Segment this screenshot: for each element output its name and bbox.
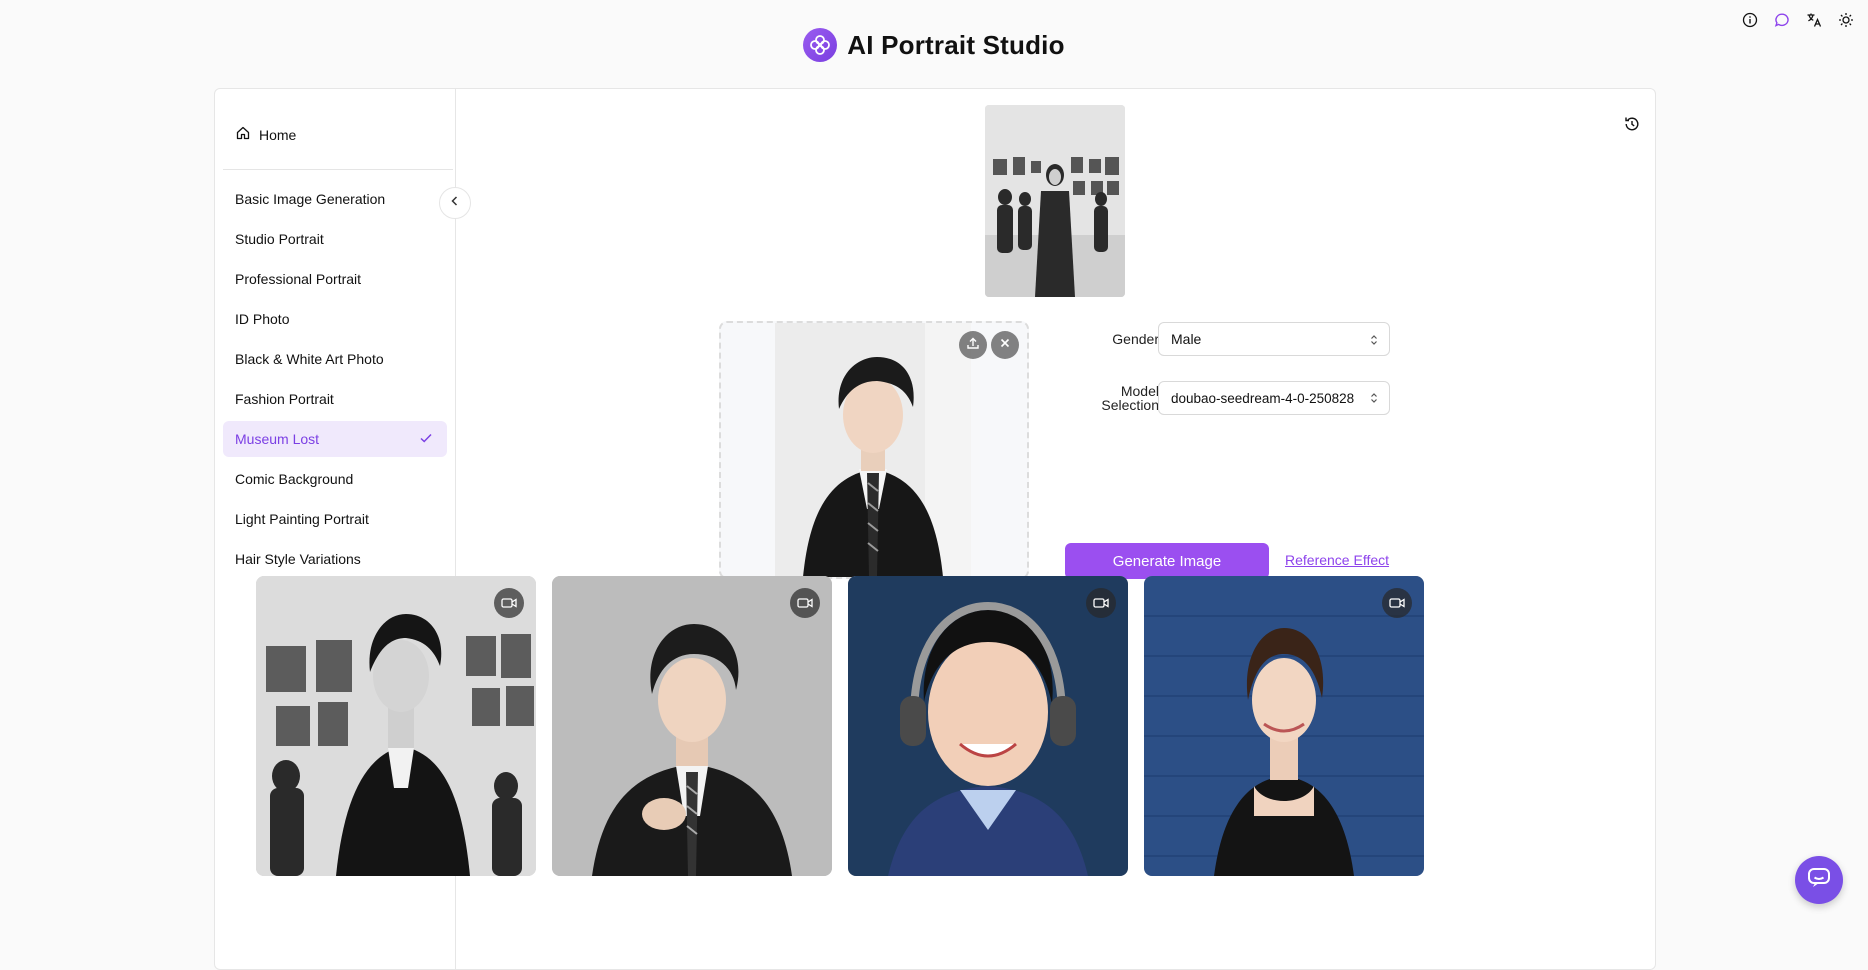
model-label: Model Selection xyxy=(1095,384,1159,412)
translate-icon[interactable] xyxy=(1804,10,1824,30)
video-icon[interactable] xyxy=(790,588,820,618)
top-icon-bar xyxy=(1740,10,1856,30)
gallery-card-blue-brick-woman[interactable] xyxy=(1144,576,1424,876)
reference-photo xyxy=(985,105,1125,297)
info-icon[interactable] xyxy=(1740,10,1760,30)
sidebar-item-museum-lost[interactable]: Museum Lost xyxy=(223,421,447,457)
gallery-card-suit-man-portrait[interactable] xyxy=(552,576,832,876)
video-icon[interactable] xyxy=(1086,588,1116,618)
check-icon xyxy=(419,431,433,448)
sidebar-item-basic-image-generation[interactable]: Basic Image Generation xyxy=(223,181,447,217)
model-value: doubao-seedream-4-0-250828 xyxy=(1171,390,1355,406)
example-gallery xyxy=(256,576,1424,876)
sidebar-item-label: Light Painting Portrait xyxy=(235,511,369,527)
model-select[interactable]: doubao-seedream-4-0-250828 xyxy=(1158,381,1390,415)
sidebar-item-bw-art-photo[interactable]: Black & White Art Photo xyxy=(223,341,447,377)
sidebar-item-label: Basic Image Generation xyxy=(235,191,386,207)
upload-area[interactable] xyxy=(719,321,1029,579)
video-icon[interactable] xyxy=(1382,588,1412,618)
chat-icon xyxy=(1807,867,1831,894)
sidebar-item-studio-portrait[interactable]: Studio Portrait xyxy=(223,221,447,257)
sidebar-item-label: Hair Style Variations xyxy=(235,551,361,567)
upload-icon-button[interactable] xyxy=(959,331,987,359)
chevron-up-down-icon xyxy=(1369,392,1379,407)
top-bar: AI Portrait Studio xyxy=(0,0,1868,88)
sidebar-item-label: Black & White Art Photo xyxy=(235,351,384,367)
sidebar-item-label: Fashion Portrait xyxy=(235,391,334,407)
sidebar-item-light-painting-portrait[interactable]: Light Painting Portrait xyxy=(223,501,447,537)
sidebar-item-professional-portrait[interactable]: Professional Portrait xyxy=(223,261,447,297)
sidebar-home[interactable]: Home xyxy=(235,125,296,144)
sidebar-item-fashion-portrait[interactable]: Fashion Portrait xyxy=(223,381,447,417)
sidebar-item-label: ID Photo xyxy=(235,311,290,327)
home-icon xyxy=(235,125,251,144)
gallery-card-museum-bw-man[interactable] xyxy=(256,576,536,876)
gender-select[interactable]: Male xyxy=(1158,322,1390,356)
model-label-line2: Selection xyxy=(1101,397,1159,413)
sidebar-item-label: Museum Lost xyxy=(235,431,320,447)
sidebar-menu: Basic Image Generation Studio Portrait P… xyxy=(223,181,447,581)
chat-support-button[interactable] xyxy=(1795,856,1843,904)
remove-photo-button[interactable] xyxy=(991,331,1019,359)
brand: AI Portrait Studio xyxy=(0,28,1868,62)
collapse-sidebar-button[interactable] xyxy=(439,187,471,219)
sidebar-item-id-photo[interactable]: ID Photo xyxy=(223,301,447,337)
sidebar-item-hair-style-variations[interactable]: Hair Style Variations xyxy=(223,541,447,577)
sidebar-item-label: Comic Background xyxy=(235,471,354,487)
chat-bubble-icon[interactable] xyxy=(1772,10,1792,30)
sidebar-divider xyxy=(223,169,453,170)
sidebar-item-comic-background[interactable]: Comic Background xyxy=(223,461,447,497)
flower-logo-icon xyxy=(803,28,838,62)
video-icon[interactable] xyxy=(494,588,524,618)
close-icon xyxy=(999,336,1011,354)
model-label-line1: Model xyxy=(1120,383,1159,399)
history-icon[interactable] xyxy=(1623,115,1641,138)
gallery-card-headphones-woman[interactable] xyxy=(848,576,1128,876)
home-label: Home xyxy=(259,126,297,143)
chevron-up-down-icon xyxy=(1369,333,1379,349)
gender-value: Male xyxy=(1171,331,1202,347)
reference-effect-link[interactable]: Reference Effect xyxy=(1285,552,1389,568)
app-title: AI Portrait Studio xyxy=(847,29,1065,60)
upload-icon xyxy=(966,336,980,355)
gender-label: Gender xyxy=(1112,331,1159,347)
chevron-left-icon xyxy=(449,194,461,212)
generate-image-button[interactable]: Generate Image xyxy=(1065,543,1269,579)
sidebar-item-label: Professional Portrait xyxy=(235,271,362,287)
sun-icon[interactable] xyxy=(1836,10,1856,30)
sidebar-item-label: Studio Portrait xyxy=(235,231,324,247)
uploaded-photo xyxy=(775,323,971,577)
